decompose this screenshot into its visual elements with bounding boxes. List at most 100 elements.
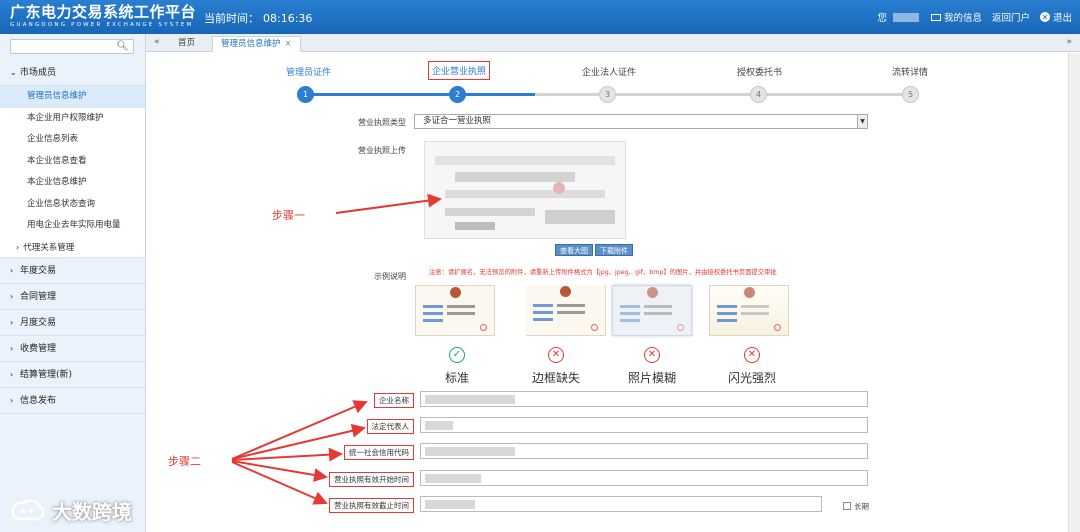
step-label-1[interactable]: 管理员证件 [286, 65, 331, 78]
step-label-5[interactable]: 流转详情 [892, 65, 928, 78]
my-info-link[interactable]: 我的信息 [930, 10, 982, 24]
step-circle-2[interactable]: 2 [449, 86, 466, 103]
sidebar-search-input[interactable]: 🔍︎ [10, 39, 134, 54]
group-label: 年度交易 [20, 266, 57, 276]
time-label: 当前时间： [204, 12, 259, 25]
close-icon: ✕ [1039, 12, 1050, 22]
step-circle-1[interactable]: 1 [297, 86, 314, 103]
group-label: 合同管理 [20, 292, 57, 302]
seal [744, 287, 755, 298]
example-caption-standard: 标准 [444, 371, 469, 385]
license-type-label: 营业执照类型 [358, 118, 406, 127]
valid-end-input[interactable] [420, 496, 822, 512]
card-line [741, 305, 769, 308]
long-term-checkbox[interactable] [843, 502, 851, 510]
sidebar-group-monthly-trade[interactable]: › 月度交易 [0, 310, 145, 336]
subgroup-label: 代理关系管理 [23, 242, 75, 253]
sidebar-item-status-query[interactable]: 企业信息状态查询 [0, 193, 145, 215]
blurred-seal [553, 182, 565, 194]
credit-code-input[interactable] [420, 443, 868, 459]
step-circle-4[interactable]: 4 [750, 86, 767, 103]
step-remaining-line [535, 93, 911, 96]
logout-link[interactable]: ✕ 退出 [1039, 10, 1072, 24]
close-icon[interactable]: × [285, 39, 292, 49]
sidebar-item-last-year-usage[interactable]: 用电企业去年实际用电量 [0, 215, 145, 237]
license-type-select[interactable]: 多证合一营业执照 ▼ [414, 114, 868, 129]
app-title: 广东电力交易系统工作平台 [10, 3, 197, 21]
cross-icon: ✕ [744, 347, 760, 363]
my-info-label: 我的信息 [943, 13, 982, 24]
example-caption-glare: 闪光强烈 [727, 371, 776, 385]
long-term-label: 长期 [854, 502, 869, 511]
company-name-input[interactable] [420, 391, 868, 407]
valid-start-input[interactable] [420, 470, 868, 486]
step-label-3[interactable]: 企业法人证件 [582, 65, 636, 78]
valid-start-label: 营业执照有效开始时间 [324, 472, 414, 487]
sidebar-item-user-permissions[interactable]: 本企业用户权限维护 [0, 107, 145, 129]
step-circle-3[interactable]: 3 [599, 86, 616, 103]
example-caption-missing-border: 边框缺失 [531, 371, 580, 385]
sidebar-group-fees[interactable]: › 收费管理 [0, 336, 145, 362]
sidebar-subgroup-agency[interactable]: › 代理关系管理 [0, 236, 145, 258]
scroll-left-icon[interactable]: « [154, 37, 160, 47]
sidebar-group-publishing[interactable]: › 信息发布 [0, 388, 145, 414]
sidebar-item-admin-info[interactable]: 管理员信息维护 [0, 86, 145, 108]
example-card-glare [709, 285, 789, 336]
field-label-text: 法定代表人 [366, 419, 414, 434]
license-type-value: 多证合一营业执照 [423, 116, 492, 126]
chevron-right-icon: › [10, 292, 14, 301]
seal [647, 287, 658, 298]
search-icon[interactable]: 🔍︎ [116, 41, 129, 52]
group-label: 收费管理 [20, 344, 57, 354]
chevron-right-icon: › [10, 318, 14, 327]
sidebar-group-market-members[interactable]: ⌄ 市场成员 [0, 60, 145, 86]
sidebar-item-company-view[interactable]: 本企业信息查看 [0, 150, 145, 172]
stamp [591, 324, 598, 331]
back-portal-label: 返回门户 [991, 13, 1030, 24]
card-line [717, 319, 737, 322]
tab-admin-info[interactable]: 管理员信息维护 × [212, 36, 301, 52]
sidebar-item-company-edit[interactable]: 本企业信息维护 [0, 172, 145, 194]
card-line [447, 312, 475, 315]
card-line [423, 319, 443, 322]
back-portal-link[interactable]: 返回门户 [992, 10, 1030, 24]
step-progress-line [306, 93, 535, 96]
vertical-scrollbar[interactable] [1068, 53, 1080, 532]
user-area: 您 我的信息 返回门户 ✕ 退出 [867, 10, 1072, 24]
chevron-right-icon: › [10, 396, 14, 405]
blurred-content [455, 222, 495, 230]
group-label: 市场成员 [20, 68, 57, 78]
stamp [774, 324, 781, 331]
masked-value [425, 395, 515, 404]
license-image-preview[interactable] [424, 141, 626, 239]
card-line [741, 312, 769, 315]
sidebar-item-company-list[interactable]: 企业信息列表 [0, 129, 145, 151]
masked-value [425, 447, 515, 456]
field-label-text: 统一社会信用代码 [344, 445, 414, 460]
sidebar-group-settlement[interactable]: › 结算管理(新) [0, 362, 145, 388]
step-label-2[interactable]: 企业营业执照 [428, 61, 491, 80]
view-large-button[interactable]: 查看大图 [555, 244, 593, 256]
example-card-missing-border [526, 285, 606, 336]
tab-home[interactable]: 首页 [170, 36, 203, 52]
watermark-text: 大数跨境 [52, 500, 132, 524]
card-line [620, 305, 640, 308]
group-label: 信息发布 [20, 396, 57, 406]
cross-icon: ✕ [548, 347, 564, 363]
sidebar-group-annual-trade[interactable]: › 年度交易 [0, 258, 145, 284]
card-line [447, 305, 475, 308]
time-value: 08:16:36 [263, 12, 313, 25]
legal-rep-input[interactable] [420, 417, 868, 433]
chevron-down-icon: ⌄ [10, 68, 17, 77]
card-line [717, 305, 737, 308]
seal [450, 287, 461, 298]
seal [560, 286, 571, 297]
scroll-right-icon[interactable]: » [1066, 37, 1072, 47]
card-line [533, 311, 553, 314]
user-name: 您 [877, 10, 921, 24]
sidebar-group-contracts[interactable]: › 合同管理 [0, 284, 145, 310]
step-label-4[interactable]: 授权委托书 [737, 65, 782, 78]
step-circle-5[interactable]: 5 [902, 86, 919, 103]
user-prefix: 您 [877, 13, 887, 24]
download-button[interactable]: 下载附件 [595, 244, 633, 256]
